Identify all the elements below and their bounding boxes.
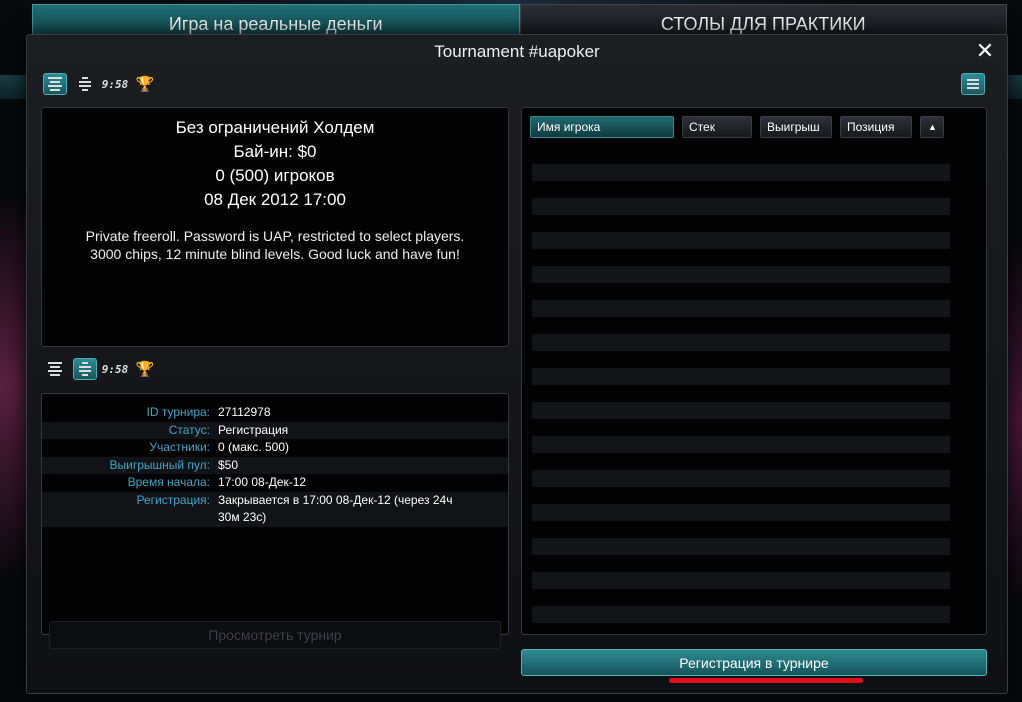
column-player-name[interactable]: Имя игрока <box>530 116 674 138</box>
detail-value: Регистрация <box>218 422 289 437</box>
buyin: Бай-ин: $0 <box>233 142 317 161</box>
info-view-icon[interactable] <box>43 73 67 95</box>
detail-label: Статус: <box>168 422 210 437</box>
column-position[interactable]: Позиция <box>840 116 912 138</box>
view-toolbar-bottom: 9:58 🏆 <box>43 358 157 380</box>
sort-arrow-icon[interactable]: ▲ <box>920 116 944 138</box>
column-stack[interactable]: Стек <box>682 116 752 138</box>
register-button[interactable]: Регистрация в турнире <box>521 649 987 676</box>
game-type: Без ограничений Холдем <box>175 118 375 137</box>
close-button[interactable]: ✕ <box>975 40 995 62</box>
detail-value: $50 <box>218 457 239 472</box>
start-datetime: 08 Дек 2012 17:00 <box>204 190 346 209</box>
detail-row: Выигрышный пул: $50 <box>42 456 508 474</box>
trophy-icon[interactable]: 🏆 <box>133 73 157 95</box>
detail-label: Время начала: <box>127 475 210 489</box>
detail-value: 17:00 08-Дек-12 <box>218 475 307 489</box>
dialog-title: Tournament #uapoker <box>434 42 600 61</box>
list-view-icon[interactable] <box>961 73 985 95</box>
detail-row: Время начала: 17:00 08-Дек-12 <box>42 474 508 492</box>
info-view-icon[interactable] <box>43 358 67 380</box>
players-table-panel: Имя игрока Стек Выигрыш Позиция ▲ <box>521 107 987 635</box>
detail-value: Закрывается в 17:00 08-Дек-12 (через 24ч… <box>218 492 453 525</box>
detail-label: Регистрация: <box>136 492 210 507</box>
tournament-description: Private freeroll. Password is UAP, restr… <box>85 228 465 262</box>
view-tournament-button: Просмотреть турнир <box>49 621 501 649</box>
detail-value: 0 (макс. 500) <box>218 440 289 454</box>
detail-label: ID турнира: <box>146 405 210 419</box>
details-view-icon[interactable] <box>73 358 97 380</box>
tournament-details-panel: ID турнира: 27112978 Статус: Регистрация… <box>41 393 509 635</box>
detail-value: 27112978 <box>218 405 271 419</box>
tournament-info-panel: Без ограничений Холдем Бай-ин: $0 0 (500… <box>41 107 509 347</box>
detail-label: Участники: <box>149 440 210 454</box>
details-view-icon[interactable] <box>73 73 97 95</box>
view-toolbar-top: 9:58 🏆 <box>43 73 157 95</box>
highlight-underline <box>669 678 863 683</box>
detail-row: Статус: Регистрация <box>42 421 508 439</box>
table-header: Имя игрока Стек Выигрыш Позиция ▲ <box>530 116 944 138</box>
detail-row: ID турнира: 27112978 <box>42 404 508 422</box>
detail-row: Участники: 0 (макс. 500) <box>42 439 508 457</box>
detail-row: Регистрация: Закрывается в 17:00 08-Дек-… <box>42 491 508 527</box>
clock-view-icon[interactable]: 9:58 <box>102 73 129 95</box>
players-count: 0 (500) игроков <box>215 166 335 185</box>
clock-view-icon[interactable]: 9:58 <box>102 358 129 380</box>
players-list <box>532 164 950 640</box>
trophy-icon[interactable]: 🏆 <box>133 358 157 380</box>
column-winnings[interactable]: Выигрыш <box>760 116 832 138</box>
tournament-dialog: Tournament #uapoker ✕ 9:58 🏆 Без огранич… <box>26 34 1008 694</box>
detail-label: Выигрышный пул: <box>109 457 211 472</box>
